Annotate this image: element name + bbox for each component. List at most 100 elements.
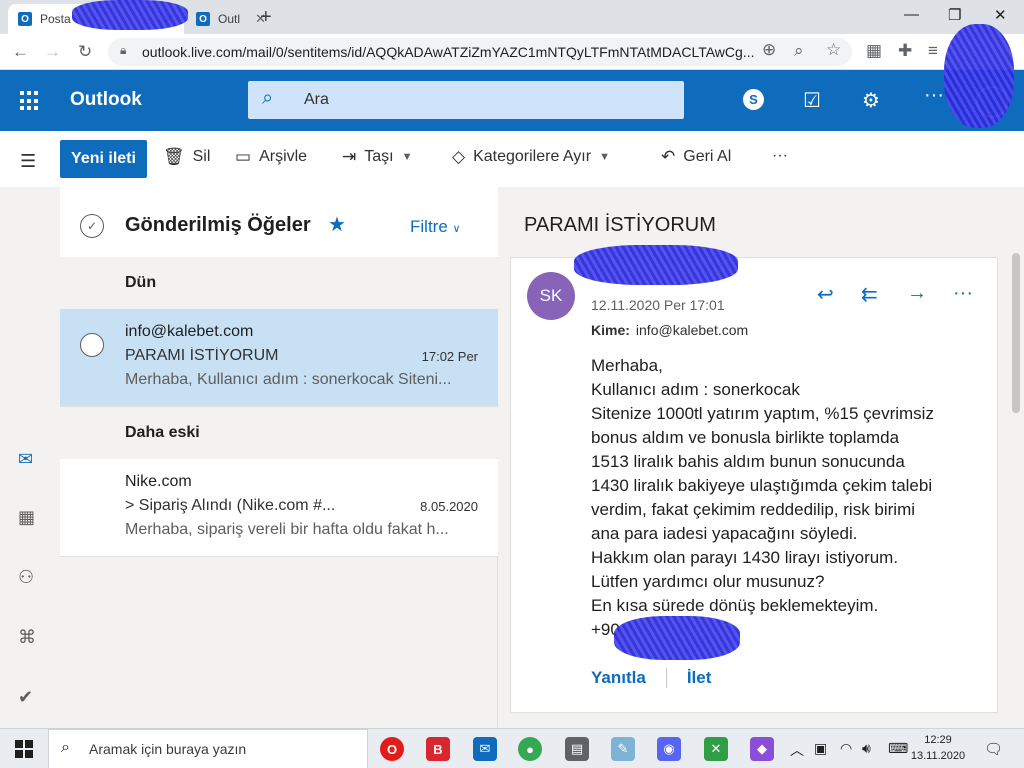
message-time: 17:02 Per [421, 349, 478, 364]
message-sender: info@kalebet.com [125, 323, 254, 340]
body-line: Sitenize 1000tl yatırım yaptım, %15 çevr… [591, 404, 934, 423]
list-item[interactable]: info@kalebet.com PARAMI İSTİYORUM 17:02 … [60, 309, 498, 407]
todo-icon[interactable]: ☑ [803, 88, 821, 113]
favorite-star-icon[interactable]: ★ [328, 212, 346, 237]
app-launcher-icon[interactable] [20, 91, 40, 111]
attachment-icon[interactable]: ⌘ [18, 627, 36, 648]
tray-app-icon[interactable]: ▣ [814, 740, 827, 757]
reading-scrollbar[interactable] [1012, 253, 1020, 413]
tab-title: Outl [218, 12, 241, 26]
url-text: outlook.live.com/mail/0/sentitems/id/AQQ… [142, 44, 755, 60]
chrome-icon[interactable]: ● [518, 737, 542, 761]
taskbar-search-placeholder: Aramak için buraya yazın [89, 741, 247, 757]
forward-icon[interactable]: → [907, 282, 927, 305]
reply-icon[interactable]: ↩ [817, 282, 834, 307]
avatar[interactable]: SK [527, 272, 575, 320]
group-header-older: Daha eski [60, 408, 498, 458]
reload-icon[interactable]: ↻ [78, 42, 92, 62]
new-message-button[interactable]: Yeni ileti [60, 140, 147, 178]
forward-arrow-icon[interactable]: → [44, 42, 61, 62]
clock-time: 12:29 [924, 734, 952, 746]
calendar-icon[interactable]: ▦ [18, 507, 35, 528]
notes-app-icon[interactable]: ✎ [611, 737, 635, 761]
hamburger-menu-icon[interactable]: ☰ [20, 151, 36, 172]
select-message-radio[interactable] [80, 333, 104, 357]
todo-check-icon[interactable]: ✔ [18, 687, 33, 708]
tab-title: Posta [40, 12, 71, 26]
bookmark-star-icon[interactable]: ☆ [826, 40, 841, 60]
reading-list-icon[interactable]: ≡ [928, 41, 938, 61]
url-field[interactable]: 🔒︎ outlook.live.com/mail/0/sentitems/id/… [108, 38, 852, 66]
extensions-icon[interactable]: ✚ [898, 41, 912, 61]
forward-button[interactable]: İlet [687, 668, 712, 688]
message-preview: Merhaba, sipariş vereli bir hafta oldu f… [125, 521, 449, 538]
body-line: Lütfen yardımcı olur musunuz? [591, 572, 825, 591]
outlook-header: Outlook ⌕ Ara S ☑ ⚙ ··· [0, 70, 1024, 131]
tray-chevron-up-icon[interactable]: ︿ [790, 740, 804, 760]
more-commands-button[interactable]: ··· [772, 147, 788, 165]
zoom-icon[interactable]: ⌕ [794, 41, 804, 61]
search-input[interactable]: ⌕ Ara [248, 81, 684, 119]
body-line: Kullanıcı adım : sonerkocak [591, 380, 800, 399]
more-options-icon[interactable]: ··· [924, 84, 944, 107]
back-arrow-icon[interactable]: ← [12, 42, 29, 62]
filter-button[interactable]: Filtre ∨ [410, 217, 461, 237]
restore-button[interactable]: ❐ [948, 6, 961, 24]
opera-icon[interactable]: O [380, 737, 404, 761]
app-drop-icon[interactable]: ◆ [750, 737, 774, 761]
chevron-down-icon: ▼ [599, 151, 610, 163]
minimize-button[interactable]: — [904, 6, 919, 23]
outlook-favicon-icon: O [196, 12, 210, 26]
select-all-checkbox[interactable]: ✓ [80, 214, 104, 238]
body-line: bonus aldım ve bonusla birlikte toplamda [591, 428, 900, 447]
redaction-mark [944, 24, 1014, 128]
divider [665, 668, 667, 688]
reply-all-icon[interactable]: ⇇ [861, 282, 878, 307]
install-app-icon[interactable]: ⊕ [762, 40, 776, 60]
settings-gear-icon[interactable]: ⚙ [862, 88, 880, 113]
recipients-line: Kime: info@kalebet.com [591, 322, 748, 338]
mail-icon[interactable]: ✉ [18, 449, 33, 470]
volume-icon[interactable]: 🔊︎ [862, 740, 871, 757]
new-tab-button[interactable]: + [260, 6, 272, 29]
move-button[interactable]: ⇥ Taşı ▼ [342, 147, 412, 167]
delete-button[interactable]: 🗑︎ Sil [163, 147, 210, 167]
archive-button[interactable]: ▭ Arşivle [235, 147, 307, 167]
to-value: info@kalebet.com [635, 322, 749, 338]
taskbar-clock[interactable]: 12:29 13.11.2020 [906, 732, 970, 764]
app-brand[interactable]: Outlook [70, 89, 142, 111]
taskbar-search-input[interactable]: ⌕ Aramak için buraya yazın [48, 729, 368, 768]
more-actions-icon[interactable]: ··· [953, 282, 973, 305]
address-bar-row: ← → ↻ 🔒︎ outlook.live.com/mail/0/sentite… [0, 34, 1024, 70]
undo-label: Geri Al [683, 148, 732, 165]
redaction-mark [574, 245, 738, 285]
message-subject: > Sipariş Alındı (Nike.com #... [125, 497, 336, 514]
people-icon[interactable]: ⚇ [18, 567, 34, 588]
qr-code-icon[interactable]: ▦ [866, 41, 882, 61]
discord-icon[interactable]: ◉ [657, 737, 681, 761]
skype-icon[interactable]: S [743, 89, 764, 110]
mail-app-icon[interactable]: ✉ [473, 737, 497, 761]
close-window-button[interactable]: ✕ [994, 6, 1007, 24]
categorize-button[interactable]: ◇ Kategorilere Ayır ▼ [452, 147, 610, 167]
network-icon[interactable]: ◠ [840, 740, 852, 757]
chevron-down-icon: ∨ [452, 223, 461, 235]
redaction-mark [72, 0, 188, 30]
message-list-pane: ✓ Gönderilmiş Öğeler ★ Filtre ∨ Dün info… [60, 187, 498, 728]
windows-taskbar: ⌕ Aramak için buraya yazın O B ✉ ● ▤ ✎ ◉… [0, 728, 1024, 768]
body-line: Merhaba, [591, 356, 663, 375]
undo-button[interactable]: ↶ Geri Al [661, 147, 731, 167]
calculator-icon[interactable]: ▤ [565, 737, 589, 761]
windows-start-icon[interactable] [15, 740, 33, 758]
betting-app-icon[interactable]: B [426, 737, 450, 761]
message-card: SK 12.11.2020 Per 17:01 ↩ ⇇ → ··· Kime: i… [510, 257, 998, 713]
notification-icon[interactable]: 🗨︎ [984, 740, 1003, 758]
undo-icon: ↶ [661, 147, 676, 166]
excel-like-icon[interactable]: ✕ [704, 737, 728, 761]
body-line: verdim, fakat çekimim reddedilip, risk b… [591, 500, 916, 519]
body-line: 1513 liralık bahis aldım bunun sonucunda [591, 452, 905, 471]
list-item[interactable]: Nike.com > Sipariş Alındı (Nike.com #...… [60, 459, 498, 557]
delete-label: Sil [192, 148, 211, 165]
categorize-label: Kategorilere Ayır [473, 148, 592, 165]
reply-button[interactable]: Yanıtla [591, 668, 646, 688]
